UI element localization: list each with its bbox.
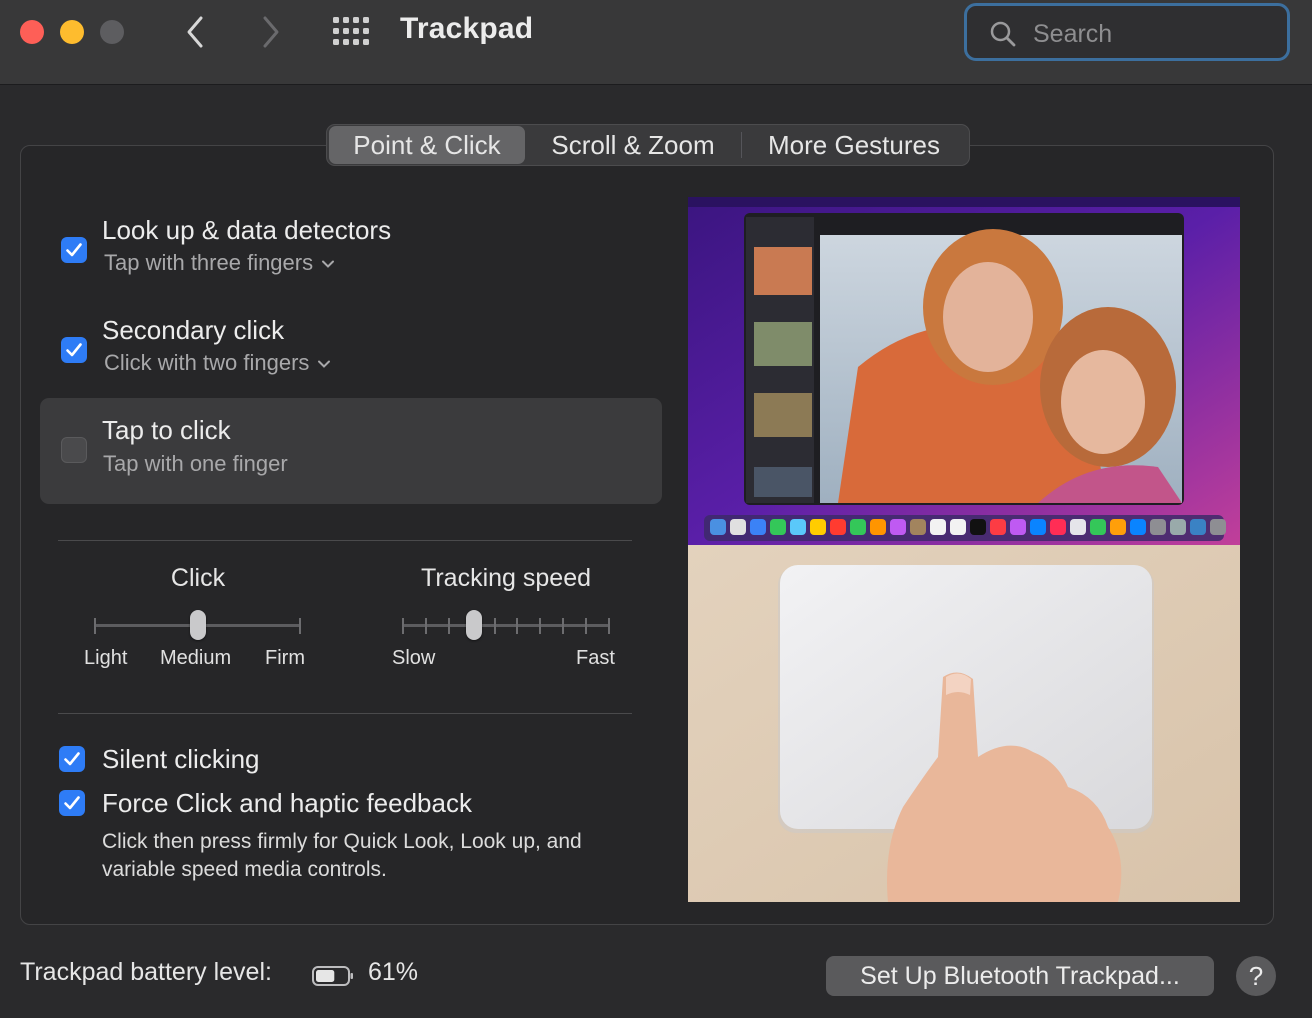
tracking-slider-title: Tracking speed (421, 564, 591, 592)
dock-app-icon (1130, 519, 1146, 535)
dock-app-icon (990, 519, 1006, 535)
grid-icon (333, 17, 369, 45)
dock-app-icon (730, 519, 746, 535)
secondary-click-gesture-dropdown[interactable]: Click with two fingers (104, 350, 331, 376)
dock-app-icon (930, 519, 946, 535)
dock-app-icon (1170, 519, 1186, 535)
dock-app-icon (1190, 519, 1206, 535)
show-all-button[interactable] (332, 16, 372, 48)
look-up-checkbox[interactable] (61, 237, 87, 263)
slider-tick (448, 618, 450, 634)
chevron-left-icon (187, 16, 203, 48)
click-slider-knob[interactable] (190, 610, 206, 640)
search-field[interactable] (964, 3, 1290, 61)
dock-app-icon (750, 519, 766, 535)
force-click-title: Force Click and haptic feedback (102, 788, 472, 818)
tap-to-click-checkbox[interactable] (61, 437, 87, 463)
slider-tick (608, 618, 610, 634)
slider-tick (402, 618, 404, 634)
secondary-click-checkbox[interactable] (61, 337, 87, 363)
checkmark-icon (64, 752, 80, 766)
dock-app-icon (710, 519, 726, 535)
back-button[interactable] (176, 12, 216, 52)
slider-tick (539, 618, 541, 634)
silent-clicking-title: Silent clicking (102, 744, 260, 774)
battery-percent: 61% (368, 958, 419, 986)
dock-app-icon (1110, 519, 1126, 535)
dock-app-icon (790, 519, 806, 535)
tab-scroll-zoom[interactable]: Scroll & Zoom (525, 126, 741, 164)
dock-app-icon (1150, 519, 1166, 535)
silent-clicking-checkbox[interactable] (59, 746, 85, 772)
search-icon (990, 21, 1016, 47)
checkmark-icon (66, 243, 82, 257)
secondary-click-gesture-label: Click with two fingers (104, 350, 310, 375)
tab-more-gestures[interactable]: More Gestures (742, 126, 966, 164)
help-button[interactable]: ? (1236, 956, 1276, 996)
slider-tick (299, 618, 301, 634)
setup-bluetooth-trackpad-button[interactable]: Set Up Bluetooth Trackpad... (826, 956, 1214, 996)
click-label-light: Light (84, 647, 128, 669)
tracking-slider-track[interactable] (403, 624, 609, 627)
force-click-description: Click then press firmly for Quick Look, … (102, 830, 582, 881)
tracking-slider-knob[interactable] (466, 610, 482, 640)
checkmark-icon (66, 343, 82, 357)
click-label-firm: Firm (265, 647, 305, 669)
slider-tick (425, 618, 427, 634)
dock-app-icon (910, 519, 926, 535)
dock-app-icon (1010, 519, 1026, 535)
search-input[interactable] (1031, 16, 1275, 52)
chevron-down-icon (322, 260, 335, 269)
slider-tick (516, 618, 518, 634)
tab-point-click[interactable]: Point & Click (329, 126, 525, 164)
battery-icon (312, 966, 353, 986)
minimize-button[interactable] (60, 20, 84, 44)
tracking-label-fast: Fast (576, 647, 615, 669)
look-up-gesture-label: Tap with three fingers (104, 250, 314, 275)
dock-app-icon (1210, 519, 1226, 535)
dock-app-icon (870, 519, 886, 535)
window-title: Trackpad (400, 12, 534, 45)
look-up-title: Look up & data detectors (102, 215, 392, 245)
tracking-label-slow: Slow (392, 647, 436, 669)
dock-app-icon (1030, 519, 1046, 535)
dock-app-icon (1070, 519, 1086, 535)
dock-app-icon (830, 519, 846, 535)
force-click-checkbox[interactable] (59, 790, 85, 816)
title-bar: Trackpad (0, 0, 1312, 85)
click-label-medium: Medium (160, 647, 232, 669)
slider-tick (94, 618, 96, 634)
secondary-click-title: Secondary click (102, 315, 285, 345)
dock-app-icon (1050, 519, 1066, 535)
dock-app-icon (770, 519, 786, 535)
look-up-gesture-dropdown[interactable]: Tap with three fingers (104, 250, 335, 276)
close-button[interactable] (20, 20, 44, 44)
dock-app-icon (890, 519, 906, 535)
tap-to-click-subtitle: Tap with one finger (103, 451, 288, 476)
slider-tick (494, 618, 496, 634)
forward-button[interactable] (250, 12, 290, 52)
dock-app-icon (1090, 519, 1106, 535)
preview-illustration (688, 197, 1240, 902)
divider (58, 713, 632, 714)
checkmark-icon (64, 796, 80, 810)
tap-to-click-title: Tap to click (102, 415, 231, 445)
chevron-right-icon (263, 16, 279, 48)
tab-bar: Point & Click Scroll & Zoom More Gesture… (326, 124, 970, 166)
zoom-button[interactable] (100, 20, 124, 44)
dock-app-icon (970, 519, 986, 535)
battery-level-label: Trackpad battery level: (20, 958, 272, 986)
divider (58, 540, 632, 541)
dock-app-icon (950, 519, 966, 535)
gesture-preview-video (688, 197, 1240, 902)
chevron-down-icon (318, 360, 331, 369)
slider-tick (585, 618, 587, 634)
dock-app-icon (850, 519, 866, 535)
slider-tick (562, 618, 564, 634)
dock-app-icon (810, 519, 826, 535)
click-slider-title: Click (170, 564, 226, 592)
